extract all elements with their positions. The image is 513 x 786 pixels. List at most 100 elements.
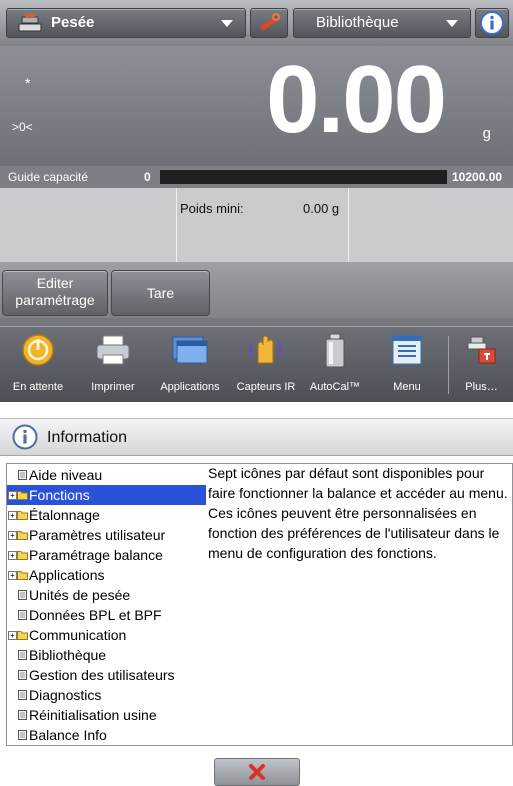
expand-icon[interactable]: + <box>8 531 17 540</box>
tree-item-label: Gestion des utilisateurs <box>29 667 175 683</box>
tree-item-label: Unités de pesée <box>29 587 131 603</box>
expand-icon[interactable]: + <box>8 511 17 520</box>
folder-icon <box>17 631 28 640</box>
page-icon <box>18 690 27 700</box>
expand-icon[interactable]: + <box>8 551 17 560</box>
info-cell-left <box>0 188 177 262</box>
toolbar-ir-sensors[interactable]: Capteurs IR <box>230 333 302 397</box>
tree-item[interactable]: Unités de pesée <box>7 585 206 605</box>
tree-item-label: Réinitialisation usine <box>29 707 157 723</box>
page-icon <box>18 610 27 620</box>
folder-icon <box>17 551 28 560</box>
toolbar-autocal[interactable]: AutoCal™ <box>302 333 368 397</box>
capacity-guide-label: Guide capacité <box>8 170 89 184</box>
expand-icon[interactable]: + <box>8 571 17 580</box>
weight-readout: 0.00 <box>266 46 447 153</box>
toolbar-label: Applications <box>160 381 220 393</box>
info-cell-min-weight: Poids mini: 0.00 g <box>177 188 349 262</box>
library-selector[interactable]: Bibliothèque <box>293 8 471 38</box>
top-bar: Pesée Bibliothèque <box>0 0 513 47</box>
toolbar-label: Imprimer <box>91 381 135 393</box>
toolbar-label: Capteurs IR <box>236 381 296 393</box>
info-button[interactable] <box>475 8 509 38</box>
tree-item[interactable]: Réinitialisation usine <box>7 705 206 725</box>
tree-item[interactable]: Balance Info <box>7 725 206 745</box>
zero-indicator: >0< <box>12 120 33 134</box>
page-icon <box>18 670 27 680</box>
settings-button[interactable] <box>250 8 288 38</box>
tree-item[interactable]: Données BPL et BPF <box>7 605 206 625</box>
autocal-weight-icon <box>325 333 345 368</box>
stability-indicator: * <box>25 75 31 91</box>
weight-unit: g <box>482 125 491 142</box>
tree-item-label: Données BPL et BPF <box>29 607 162 623</box>
tree-item-label: Fonctions <box>29 487 90 503</box>
toolbar-label: AutoCal™ <box>309 381 361 393</box>
dialog-header: Information <box>0 419 513 456</box>
toolbar-divider <box>448 336 449 394</box>
tree-item-label: Applications <box>29 567 105 583</box>
tree-item[interactable]: + Communication <box>7 625 206 645</box>
mode-label: Pesée <box>51 14 95 31</box>
folder-icon <box>17 491 28 500</box>
capacity-max: 10200.00 <box>452 170 503 184</box>
toolbar-label: Menu <box>393 381 421 393</box>
close-icon <box>249 764 265 780</box>
toolbar-standby[interactable]: En attente <box>0 333 76 397</box>
capacity-min: 0 <box>144 170 151 184</box>
tree-item-label: Paramétrage balance <box>29 547 163 563</box>
tree-item[interactable]: + Applications <box>7 565 206 585</box>
toolbar-more[interactable]: Plus… <box>450 333 513 397</box>
help-topic-tree[interactable]: Aide niveau + Fonctions + Étalonnage + Paramèt… <box>6 463 208 746</box>
page-icon <box>18 710 27 720</box>
toolbar-menu[interactable]: Menu <box>370 333 444 397</box>
chevron-down-icon <box>446 20 458 27</box>
min-weight-value: 0.00 g <box>303 201 340 216</box>
expand-icon[interactable]: + <box>8 491 17 500</box>
tree-item[interactable]: + Paramétrage balance <box>7 545 206 565</box>
balance-screen: Pesée Bibliothèque * >0< 0.00 g Guide ca… <box>0 0 513 402</box>
tree-item[interactable]: Bibliothèque <box>7 645 206 665</box>
tree-item-label: Bibliothèque <box>29 647 107 663</box>
more-icon <box>467 336 495 364</box>
close-button[interactable] <box>214 758 300 786</box>
folder-icon <box>17 571 28 580</box>
dialog-title: Information <box>47 429 128 446</box>
tare-button[interactable]: Tare <box>111 270 210 316</box>
standby-icon <box>22 334 54 366</box>
toolbar-applications[interactable]: Applications <box>150 333 230 397</box>
help-description-pane: Sept icônes par défaut sont disponibles … <box>206 463 513 746</box>
tree-item-label: Communication <box>29 627 127 643</box>
folder-icon <box>17 531 28 540</box>
min-weight-label: Poids mini: <box>180 201 244 216</box>
mode-selector[interactable]: Pesée <box>6 8 246 38</box>
info-icon <box>480 11 504 35</box>
applications-icon <box>172 336 208 364</box>
tree-item[interactable]: Gestion des utilisateurs <box>7 665 206 685</box>
page-icon <box>18 650 27 660</box>
library-label: Bibliothèque <box>316 14 399 31</box>
expand-icon[interactable]: + <box>8 631 17 640</box>
page-icon <box>18 730 27 740</box>
tree-item-label: Paramètres utilisateur <box>29 527 166 543</box>
tree-item-label: Étalonnage <box>29 507 100 523</box>
help-description-text: Sept icônes par défaut sont disponibles … <box>208 465 508 561</box>
edit-settings-label: Editer paramétrage <box>15 275 95 308</box>
tree-item[interactable]: + Fonctions <box>7 485 206 505</box>
toolbar-print[interactable]: Imprimer <box>76 333 150 397</box>
edit-settings-button[interactable]: Editer paramétrage <box>2 270 108 316</box>
chevron-down-icon <box>221 20 233 27</box>
tree-item[interactable]: Aide niveau <box>7 465 206 485</box>
toolbar-label: Plus… <box>465 381 498 393</box>
ir-sensor-icon <box>249 335 282 364</box>
tree-item-label: Balance Info <box>29 727 107 743</box>
tree-item[interactable]: + Paramètres utilisateur <box>7 525 206 545</box>
menu-icon <box>392 335 422 365</box>
information-dialog: Information Aide niveau + Fonctions + Étalon… <box>0 418 513 786</box>
tree-item[interactable]: + Étalonnage <box>7 505 206 525</box>
capacity-bar <box>160 170 447 184</box>
folder-icon <box>17 511 28 520</box>
tare-label: Tare <box>146 285 175 301</box>
scale-mode-icon <box>18 14 42 32</box>
tree-item[interactable]: Diagnostics <box>7 685 206 705</box>
